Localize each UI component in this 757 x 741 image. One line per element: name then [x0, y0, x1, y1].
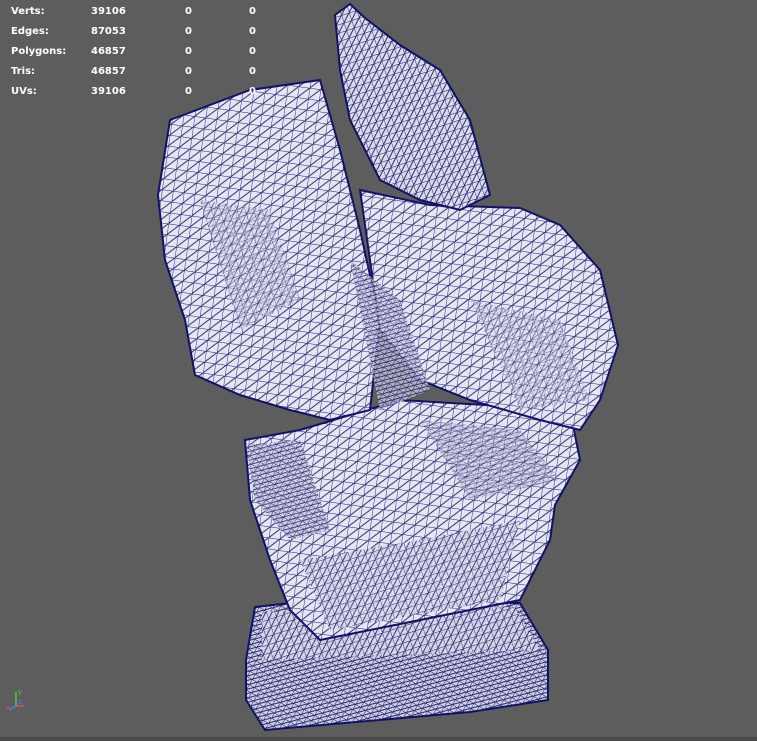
axis-gizmo-icon: y z x — [6, 688, 24, 712]
hud-row-edges: Edges: 87053 0 0 — [11, 22, 271, 42]
hud-value-scene: 87053 — [91, 26, 126, 37]
sculpture-wireframe-mesh[interactable] — [0, 0, 757, 741]
hud-row-polygons: Polygons: 46857 0 0 — [11, 42, 271, 62]
hud-row-tris: Tris: 46857 0 0 — [11, 62, 271, 82]
hud-label: UVs: — [11, 86, 37, 97]
mesh-top-peak — [333, 2, 492, 212]
hud-value-scene: 46857 — [91, 46, 126, 57]
hud-value-selected: 0 — [185, 66, 192, 77]
hud-value-selected: 0 — [185, 26, 192, 37]
hud-value-scene: 39106 — [91, 6, 126, 17]
hud-row-uvs: UVs: 39106 0 0 — [11, 82, 271, 102]
hud-row-verts: Verts: 39106 0 0 — [11, 2, 271, 22]
axis-gizmo: y z x — [6, 686, 30, 712]
hud-value-other: 0 — [249, 86, 256, 97]
hud-label: Verts: — [11, 6, 45, 17]
hud-value-scene: 46857 — [91, 66, 126, 77]
hud-value-selected: 0 — [185, 6, 192, 17]
hud-value-selected: 0 — [185, 46, 192, 57]
axis-y-label: y — [18, 688, 22, 696]
hud-value-other: 0 — [249, 66, 256, 77]
hud-value-other: 0 — [249, 6, 256, 17]
hud-value-selected: 0 — [185, 86, 192, 97]
hud-value-other: 0 — [249, 46, 256, 57]
axis-x-label: x — [6, 704, 10, 712]
viewport-bottom-border — [0, 737, 757, 741]
hud-value-scene: 39106 — [91, 86, 126, 97]
hud-label: Polygons: — [11, 46, 67, 57]
hud-label: Edges: — [11, 26, 49, 37]
mesh-display[interactable] — [0, 0, 757, 741]
3d-viewport[interactable]: Verts: 39106 0 0 Edges: 87053 0 0 Polygo… — [0, 0, 757, 741]
hud-value-other: 0 — [249, 26, 256, 37]
poly-count-hud: Verts: 39106 0 0 Edges: 87053 0 0 Polygo… — [11, 2, 271, 102]
axis-z-label: z — [18, 698, 22, 706]
hud-label: Tris: — [11, 66, 36, 77]
